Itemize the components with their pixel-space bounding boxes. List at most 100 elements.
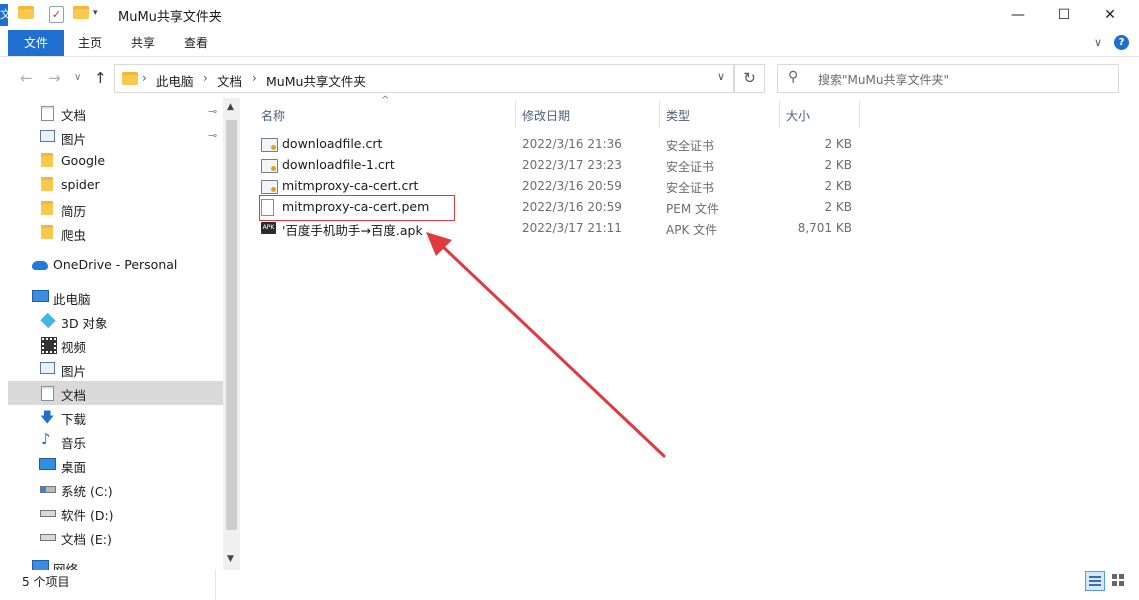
sidebar-item-label: 桌面	[61, 460, 87, 475]
column-divider[interactable]	[659, 100, 660, 128]
chevron-down-icon[interactable]: ∨	[1094, 36, 1102, 49]
breadcrumb-mumu[interactable]: MuMu共享文件夹	[266, 71, 366, 90]
scroll-up-icon[interactable]: ▲	[227, 102, 234, 112]
recent-locations-button[interactable]: ∨	[74, 72, 81, 83]
sidebar-item-label: 文档 (E:)	[61, 532, 112, 547]
folder-icon	[41, 225, 53, 239]
certificate-icon	[261, 138, 278, 152]
help-icon[interactable]: ?	[1114, 35, 1129, 50]
sidebar-item-label: 软件 (D:)	[61, 508, 114, 523]
file-name[interactable]: '百度手机助手→百度.apk	[282, 220, 423, 239]
breadcrumb-separator[interactable]: ›	[142, 71, 147, 85]
sidebar-item-this-pc[interactable]: 此电脑	[8, 285, 223, 309]
folder-icon	[41, 153, 53, 167]
sidebar-item-label: 此电脑	[53, 292, 91, 307]
sidebar-item-drive-e[interactable]: 文档 (E:)	[8, 525, 223, 549]
sidebar-item-resume[interactable]: 简历	[8, 197, 223, 221]
file-modified: 2022/3/16 20:59	[522, 200, 622, 214]
sidebar-item-3d-objects[interactable]: 3D 对象	[8, 309, 223, 333]
file-row[interactable]: downloadfile.crt 2022/3/16 21:36 安全证书 2 …	[259, 134, 859, 154]
scrollbar-thumb[interactable]	[226, 120, 237, 530]
sort-ascending-icon: ^	[381, 95, 390, 106]
back-button[interactable]: ←	[20, 69, 33, 87]
sidebar-scrollbar[interactable]: ▲ ▼	[223, 98, 240, 570]
sidebar-item-drive-d[interactable]: 软件 (D:)	[8, 501, 223, 525]
file-row[interactable]: downloadfile-1.crt 2022/3/17 23:23 安全证书 …	[259, 155, 859, 175]
breadcrumb-separator[interactable]: ›	[203, 71, 208, 85]
highlight-box	[259, 195, 455, 221]
address-bar[interactable]: › 此电脑 › 文档 › MuMu共享文件夹 ∨	[114, 64, 734, 93]
column-header-name[interactable]: 名称	[261, 107, 285, 124]
sidebar-item-music[interactable]: ♪ 音乐	[8, 429, 223, 453]
file-type: 安全证书	[666, 139, 715, 153]
sidebar-item-google[interactable]: Google	[8, 149, 223, 173]
tab-share[interactable]: 共享	[131, 30, 155, 56]
close-button[interactable]: ✕	[1087, 0, 1133, 30]
file-name[interactable]: downloadfile-1.crt	[282, 157, 395, 172]
sidebar-item-desktop[interactable]: 桌面	[8, 453, 223, 477]
sidebar-item-drive-c[interactable]: 系统 (C:)	[8, 477, 223, 501]
breadcrumb-this-pc[interactable]: 此电脑	[156, 71, 194, 90]
file-modified: 2022/3/16 21:36	[522, 137, 622, 151]
status-divider	[215, 570, 216, 600]
tab-home[interactable]: 主页	[78, 30, 102, 56]
pin-icon[interactable]: ⊸	[208, 129, 217, 142]
file-row[interactable]: mitmproxy-ca-cert.crt 2022/3/16 20:59 安全…	[259, 176, 859, 196]
file-name[interactable]: downloadfile.crt	[282, 136, 382, 151]
refresh-button[interactable]: ↻	[734, 64, 765, 93]
details-view-icon	[1089, 576, 1101, 586]
address-dropdown-icon[interactable]: ∨	[717, 70, 725, 83]
breadcrumb-documents[interactable]: 文档	[217, 71, 242, 90]
folder-icon	[41, 177, 53, 191]
sidebar-item-pictures[interactable]: 图片	[8, 357, 223, 381]
scroll-down-icon[interactable]: ▼	[227, 554, 234, 564]
column-divider[interactable]	[515, 100, 516, 128]
sidebar-item-label: 文档	[61, 388, 87, 403]
folder-icon	[18, 6, 34, 19]
sidebar-item-pictures-pinned[interactable]: 图片 ⊸	[8, 125, 223, 149]
large-icons-view-icon	[1112, 574, 1124, 586]
sidebar-item-onedrive[interactable]: OneDrive - Personal	[8, 253, 223, 277]
certificate-icon	[261, 159, 278, 173]
column-divider[interactable]	[859, 100, 860, 128]
pin-icon[interactable]: ⊸	[208, 105, 217, 118]
sidebar-item-downloads[interactable]: 🡇 下载	[8, 405, 223, 429]
music-icon: ♪	[41, 430, 51, 448]
sidebar-item-documents[interactable]: 文档	[8, 381, 223, 405]
sidebar-item-documents-pinned[interactable]: 文档 ⊸	[8, 101, 223, 125]
maximize-button[interactable]: ☐	[1041, 0, 1087, 30]
sidebar-item-crawler[interactable]: 爬虫	[8, 221, 223, 245]
new-folder-icon[interactable]	[73, 6, 89, 19]
search-box[interactable]: ⚲ 搜索"MuMu共享文件夹"	[777, 64, 1119, 93]
navigation-pane: 文档 ⊸ 图片 ⊸ Google spider 简历 爬虫 OneDrive -…	[8, 98, 223, 570]
quick-access-dropdown-icon[interactable]: ▾	[93, 8, 98, 18]
network-icon	[32, 560, 49, 570]
file-name[interactable]: mitmproxy-ca-cert.crt	[282, 178, 418, 193]
file-type: PEM 文件	[666, 202, 719, 216]
sidebar-item-videos[interactable]: 视频	[8, 333, 223, 357]
file-row[interactable]: APK '百度手机助手→百度.apk 2022/3/17 21:11 APK 文…	[259, 218, 859, 238]
large-icons-view-button[interactable]	[1109, 571, 1127, 589]
tab-view[interactable]: 查看	[184, 30, 208, 56]
file-size: 2 KB	[824, 179, 852, 193]
tab-file[interactable]: 文件	[8, 30, 64, 56]
column-header-size[interactable]: 大小	[786, 107, 810, 124]
column-header-modified[interactable]: 修改日期	[522, 107, 570, 124]
details-view-button[interactable]	[1085, 571, 1105, 591]
file-modified: 2022/3/17 21:11	[522, 221, 622, 235]
file-modified: 2022/3/16 20:59	[522, 179, 622, 193]
column-divider[interactable]	[779, 100, 780, 128]
minimize-button[interactable]: —	[995, 0, 1041, 30]
sidebar-item-network[interactable]: 网络	[8, 555, 223, 570]
sidebar-item-label: 网络	[53, 562, 79, 570]
properties-icon[interactable]: ✓	[49, 6, 64, 23]
search-input[interactable]: 搜索"MuMu共享文件夹"	[818, 71, 949, 88]
sidebar-item-spider[interactable]: spider	[8, 173, 223, 197]
up-button[interactable]: ↑	[94, 69, 107, 87]
cloud-icon	[32, 261, 48, 270]
document-icon	[41, 386, 54, 401]
column-header-type[interactable]: 类型	[666, 107, 690, 124]
breadcrumb-separator[interactable]: ›	[252, 71, 257, 85]
forward-button[interactable]: →	[48, 69, 61, 87]
window-edge: 文	[0, 4, 8, 26]
